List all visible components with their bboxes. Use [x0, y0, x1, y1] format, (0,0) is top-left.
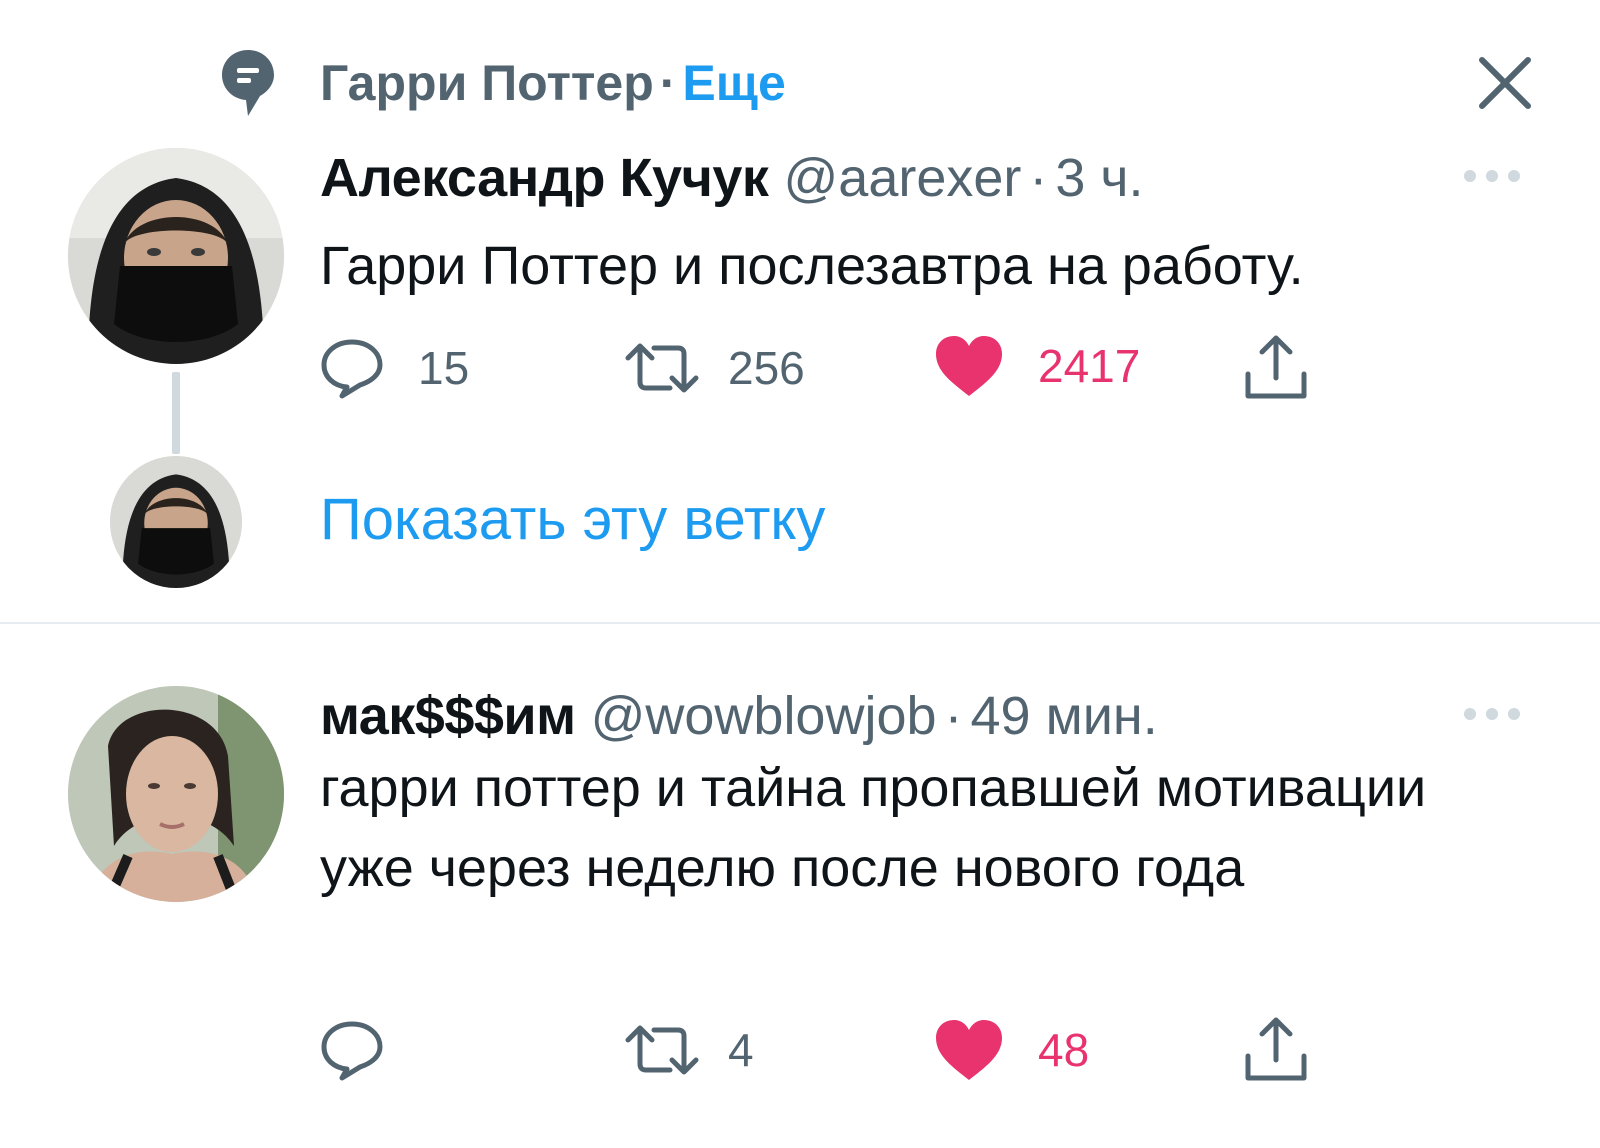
- like-button[interactable]: 2417: [934, 334, 1140, 398]
- reply-icon: [321, 1021, 383, 1081]
- tweet-text: гарри поттер и тайна пропавшей мотивации…: [320, 758, 1427, 898]
- topic-separator: ·: [659, 55, 677, 111]
- thread-connector-line: [172, 372, 180, 454]
- share-button[interactable]: [1244, 334, 1308, 402]
- more-options-icon[interactable]: [1460, 704, 1524, 724]
- topic-name[interactable]: Гарри Поттер: [320, 55, 654, 111]
- reply-button[interactable]: 15: [320, 336, 469, 400]
- close-button[interactable]: [1476, 54, 1536, 114]
- tweet-timestamp[interactable]: 3 ч.: [1055, 148, 1143, 208]
- author-handle[interactable]: @wowblowjob: [591, 686, 937, 746]
- thread-avatar[interactable]: [110, 456, 242, 588]
- like-count: 48: [1038, 1024, 1090, 1076]
- author-name[interactable]: Александр Кучук: [320, 148, 769, 208]
- tweet-timestamp[interactable]: 49 мин.: [971, 686, 1158, 746]
- tweet-header: Александр Кучук @aarexer · 3 ч.: [320, 146, 1144, 210]
- topic-more-link[interactable]: Еще: [682, 55, 785, 111]
- author-name[interactable]: мак$$$им: [320, 686, 576, 746]
- topic-bubble-icon: [220, 48, 276, 118]
- share-icon: [1245, 1017, 1307, 1081]
- reply-button[interactable]: [320, 1018, 418, 1082]
- avatar[interactable]: [68, 686, 284, 902]
- tweet-divider: [0, 622, 1600, 624]
- retweet-button[interactable]: 256: [622, 336, 805, 400]
- meta-separator: ·: [944, 686, 963, 746]
- share-icon: [1245, 335, 1307, 399]
- retweet-button[interactable]: 4: [622, 1018, 754, 1082]
- topic-title: Гарри Поттер · Еще: [320, 54, 786, 112]
- like-count: 2417: [1038, 340, 1141, 392]
- heart-icon: [936, 1020, 1002, 1080]
- heart-icon: [936, 336, 1002, 396]
- close-icon: [1479, 57, 1531, 109]
- avatar[interactable]: [68, 148, 284, 364]
- more-options-icon[interactable]: [1460, 166, 1524, 186]
- reply-icon: [321, 339, 383, 399]
- tweet-text: Гарри Поттер и послезавтра на работу.: [320, 236, 1304, 296]
- tweet-header: мак$$$им @wowblowjob · 49 мин.: [320, 684, 1158, 748]
- share-button[interactable]: [1244, 1016, 1308, 1084]
- retweet-count: 4: [728, 1024, 754, 1076]
- author-handle[interactable]: @aarexer: [783, 148, 1021, 208]
- meta-separator: ·: [1029, 148, 1048, 208]
- retweet-icon: [625, 1025, 699, 1075]
- show-thread-link[interactable]: Показать эту ветку: [320, 486, 825, 553]
- reply-count: 15: [418, 342, 470, 394]
- like-button[interactable]: 48: [934, 1018, 1089, 1082]
- retweet-count: 256: [728, 342, 805, 394]
- retweet-icon: [625, 343, 699, 393]
